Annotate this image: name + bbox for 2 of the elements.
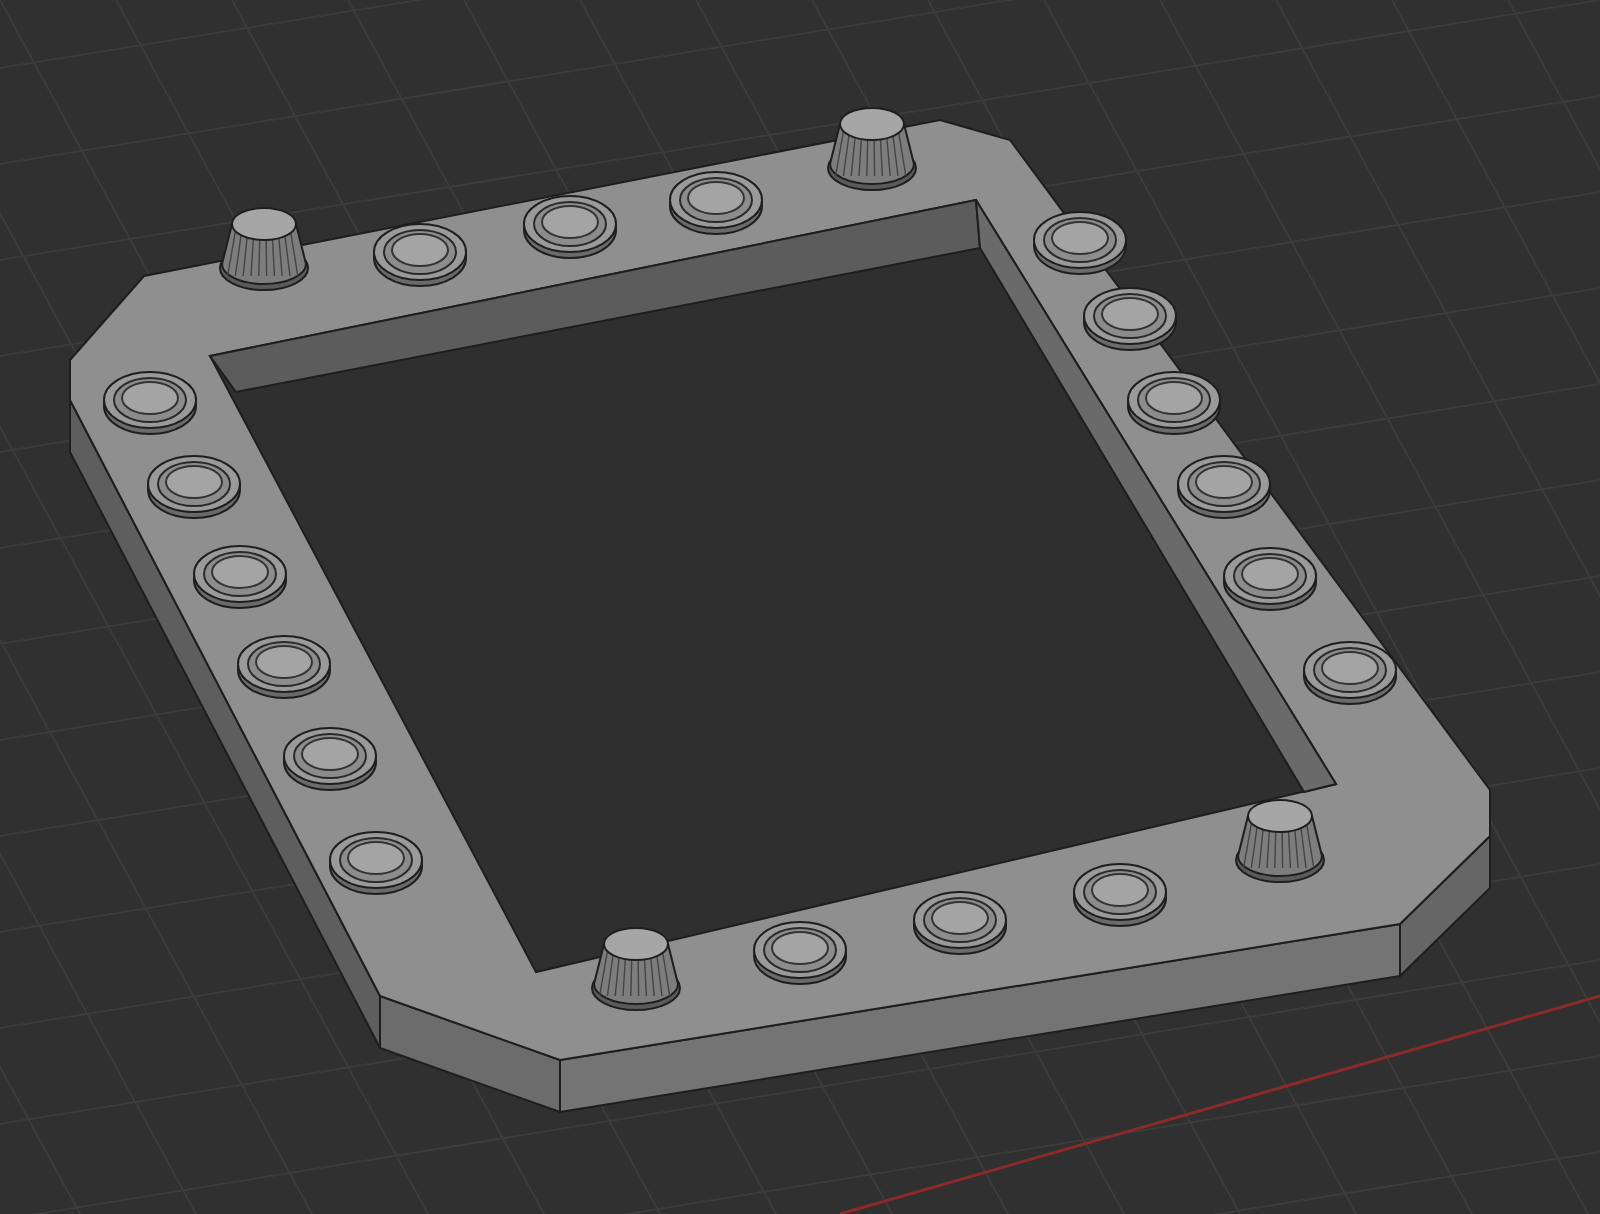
3d-viewport[interactable] <box>0 0 1600 1214</box>
bezel-frame-drawing[interactable] <box>69 107 1491 1114</box>
